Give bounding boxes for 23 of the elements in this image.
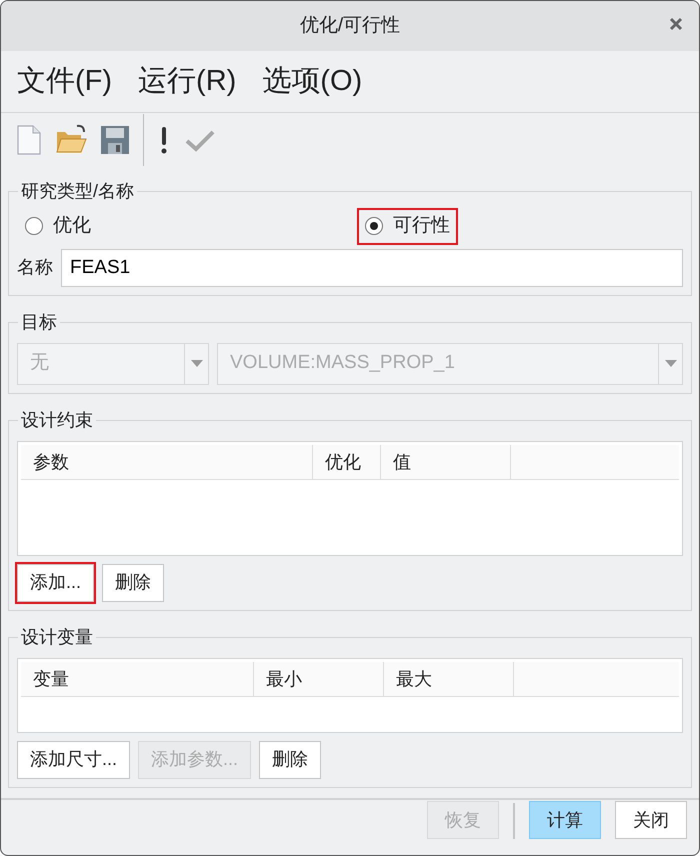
column-header: 最大	[384, 662, 514, 696]
action-button[interactable]: 添加尺寸...	[17, 740, 130, 778]
column-header: 参数	[21, 444, 313, 478]
save-icon[interactable]	[99, 124, 131, 156]
menu-item[interactable]: 选项(O)	[262, 60, 362, 104]
column-header: 最小	[254, 662, 384, 696]
radio-option[interactable]: 可行性	[357, 208, 458, 244]
column-header: 优化	[313, 444, 381, 478]
new-file-icon[interactable]	[15, 124, 43, 156]
window-title: 优化/可行性	[300, 14, 400, 38]
menu-item[interactable]: 运行(R)	[138, 60, 236, 104]
column-header: 值	[381, 444, 511, 478]
name-field[interactable]: FEAS1	[61, 248, 683, 286]
action-button[interactable]: 删除	[102, 564, 164, 602]
action-button[interactable]: 添加...	[17, 564, 94, 602]
radio-option[interactable]: 优化	[17, 208, 99, 244]
close-button[interactable]	[669, 17, 683, 31]
dialog-button[interactable]: 关闭	[615, 801, 687, 839]
menu-item[interactable]: 文件(F)	[17, 60, 112, 104]
action-button[interactable]: 删除	[259, 740, 322, 778]
dialog-button[interactable]: 计算	[529, 801, 601, 839]
column-header: 变量	[21, 662, 254, 696]
field-label: 名称	[17, 256, 53, 279]
